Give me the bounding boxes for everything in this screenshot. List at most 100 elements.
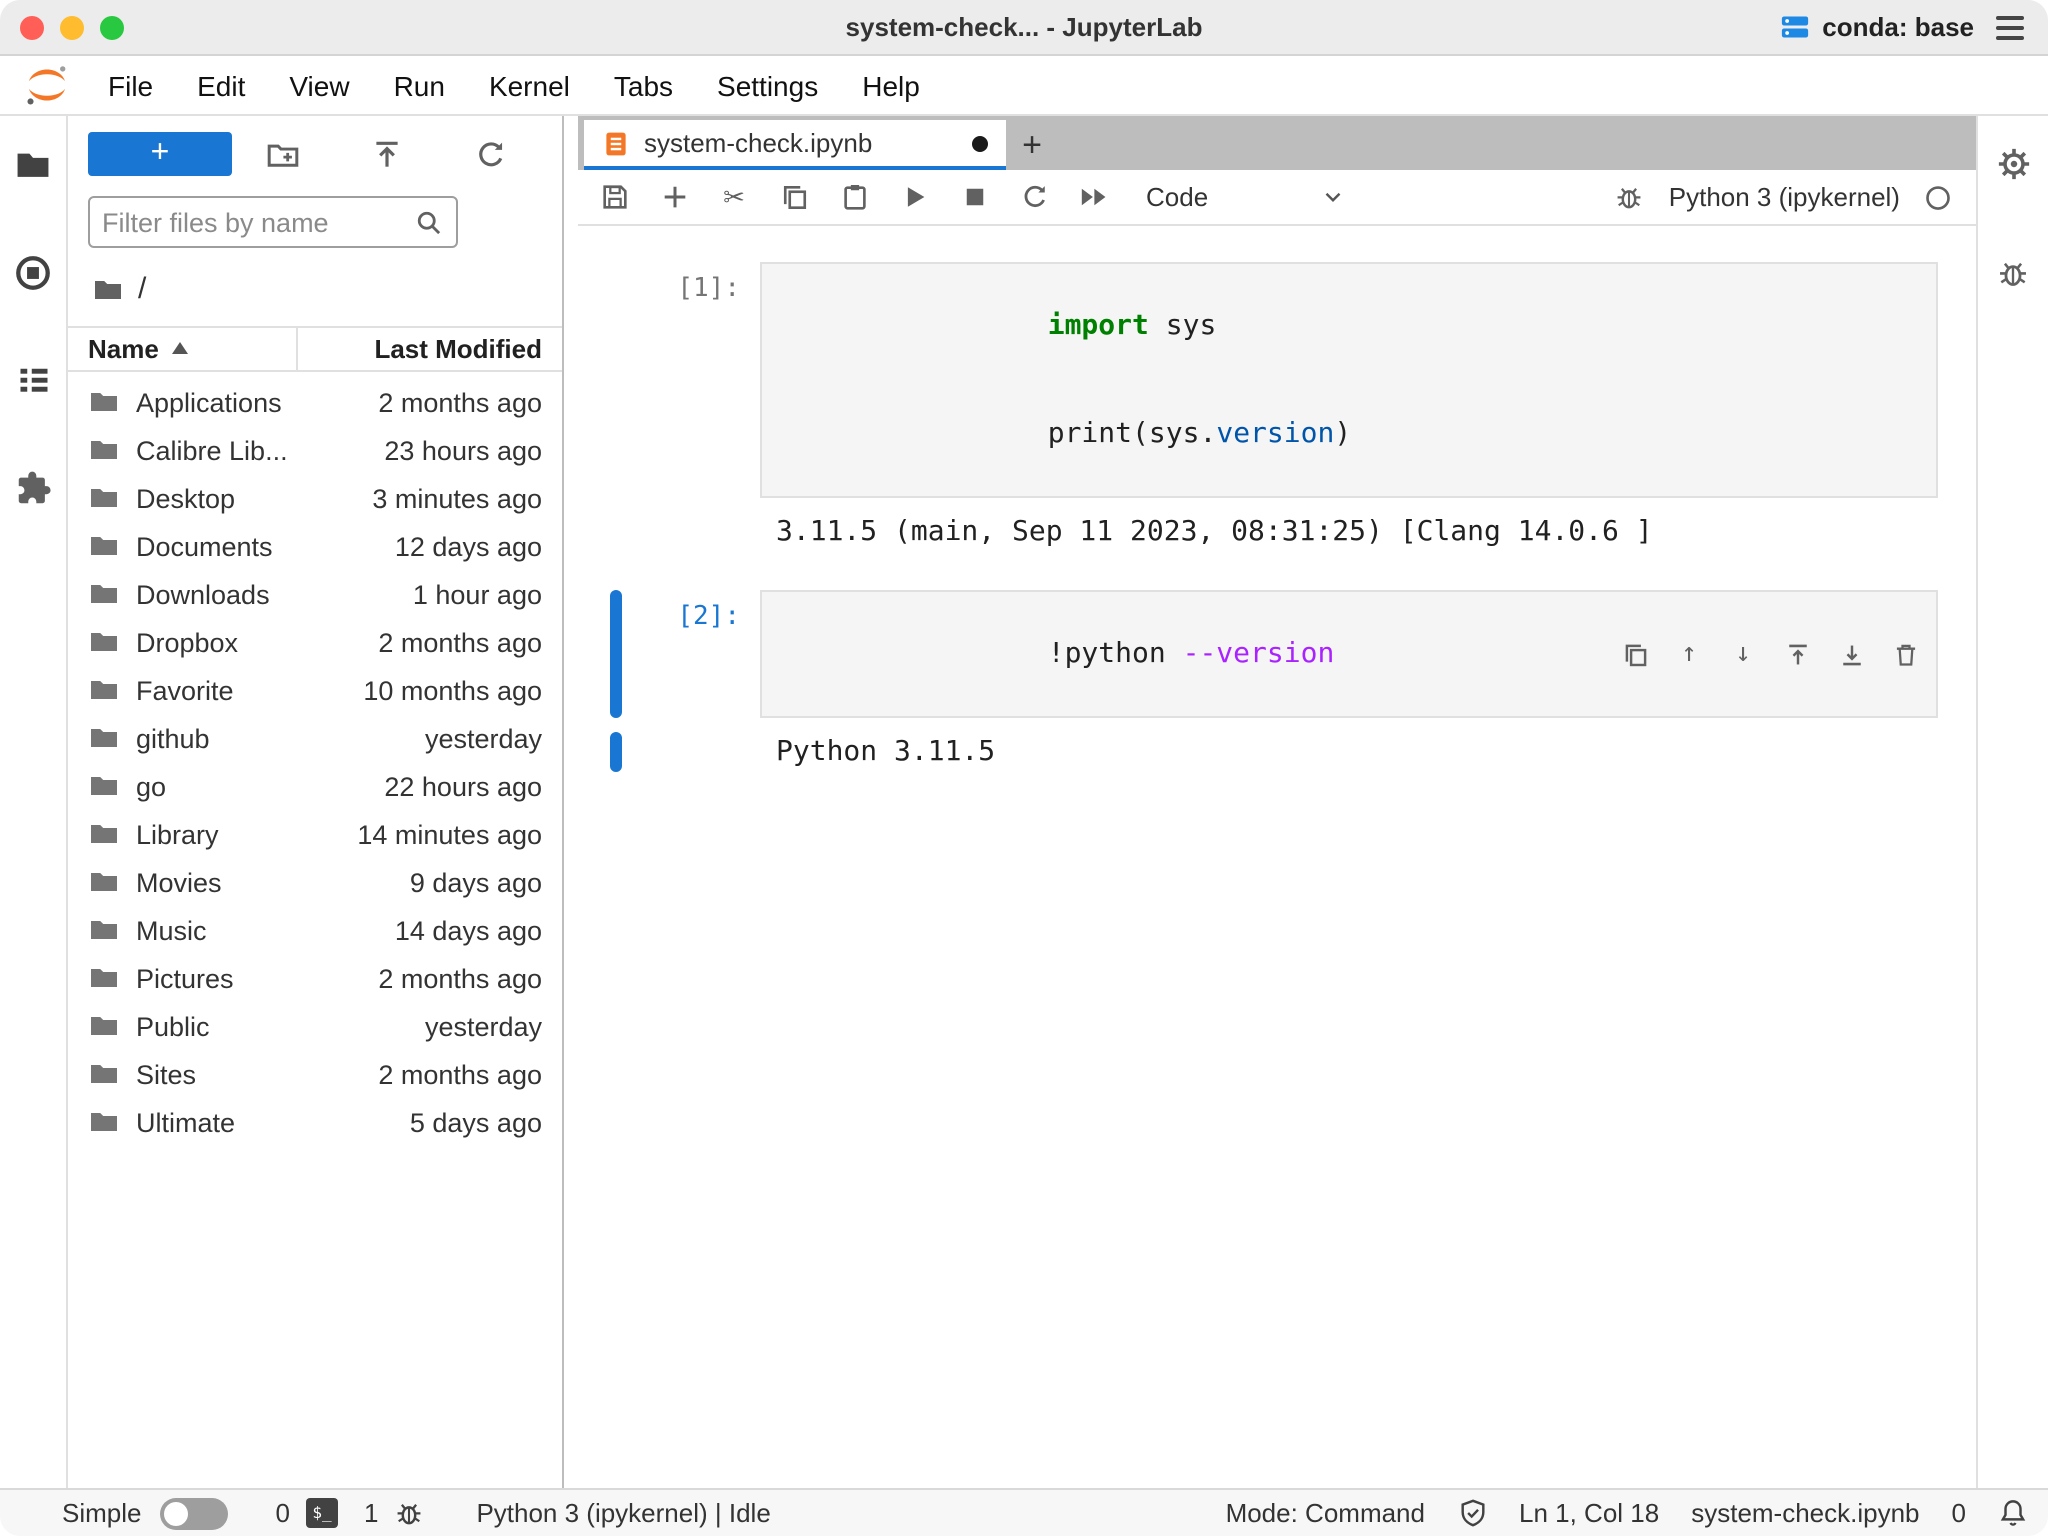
simple-mode-toggle[interactable] <box>160 1497 228 1529</box>
kernels-indicator[interactable] <box>394 1498 424 1528</box>
file-row[interactable]: Library 14 minutes ago <box>68 810 562 858</box>
menu-item[interactable]: Help <box>840 55 942 115</box>
refresh-files-button[interactable] <box>473 137 507 171</box>
copy-cells-button[interactable] <box>778 181 810 213</box>
conda-stack-icon <box>1780 12 1810 42</box>
file-row[interactable]: Movies 9 days ago <box>68 858 562 906</box>
bell-icon[interactable] <box>1998 1498 2028 1528</box>
insert-cell-button[interactable] <box>658 181 690 213</box>
menu-item[interactable]: Settings <box>695 55 840 115</box>
hamburger-menu-icon[interactable] <box>1992 11 2028 43</box>
file-row[interactable]: Dropbox 2 months ago <box>68 618 562 666</box>
file-row[interactable]: Sites 2 months ago <box>68 1050 562 1098</box>
duplicate-cell-button[interactable] <box>1620 639 1650 669</box>
new-launcher-button[interactable]: + <box>88 132 232 176</box>
new-folder-button[interactable] <box>267 137 301 171</box>
minimize-window-button[interactable] <box>60 15 84 39</box>
output-prompt <box>622 512 760 552</box>
file-name: Pictures <box>136 963 378 993</box>
tab-system-check-ipynb[interactable]: system-check.ipynb <box>584 120 1006 170</box>
file-row[interactable]: Desktop 3 minutes ago <box>68 474 562 522</box>
restart-run-all-button[interactable] <box>1078 181 1110 213</box>
file-row[interactable]: github yesterday <box>68 714 562 762</box>
sort-by-name-header[interactable]: Name <box>68 328 296 370</box>
cell-selection-bar <box>610 262 622 498</box>
file-row[interactable]: Public yesterday <box>68 1002 562 1050</box>
move-cell-down-button[interactable]: ↓ <box>1728 639 1758 669</box>
restart-kernel-button[interactable] <box>1018 181 1050 213</box>
kernel-name[interactable]: Python 3 (ipykernel) <box>1669 182 1900 212</box>
file-name: Movies <box>136 867 410 897</box>
paste-cells-button[interactable] <box>838 181 870 213</box>
home-folder-icon[interactable] <box>92 273 124 305</box>
insert-cell-above-button[interactable] <box>1782 639 1812 669</box>
code-editor[interactable]: !python --version ↑ <box>760 590 1938 718</box>
plus-icon <box>659 182 689 212</box>
folder-icon <box>88 818 120 850</box>
file-browser-tab-button[interactable] <box>13 144 53 184</box>
cell-selection-bar <box>610 732 622 772</box>
menu-item[interactable]: File <box>86 55 175 115</box>
kernel-status[interactable]: Python 3 (ipykernel) | Idle <box>476 1498 770 1528</box>
file-row[interactable]: Music 14 days ago <box>68 906 562 954</box>
menu-item[interactable]: Run <box>372 55 467 115</box>
name-column-label: Name <box>88 334 159 364</box>
folder-icon <box>14 145 52 183</box>
run-cell-button[interactable] <box>898 181 930 213</box>
file-name: Dropbox <box>136 627 378 657</box>
cell-type-dropdown[interactable]: Code <box>1146 182 1346 212</box>
cursor-position[interactable]: Ln 1, Col 18 <box>1519 1498 1659 1528</box>
file-row[interactable]: Calibre Lib... 23 hours ago <box>68 426 562 474</box>
property-inspector-tab-button[interactable] <box>1993 144 2033 184</box>
file-row[interactable]: Pictures 2 months ago <box>68 954 562 1002</box>
extension-manager-tab-button[interactable] <box>13 468 53 508</box>
cell-type-value: Code <box>1146 182 1320 212</box>
file-browser-toolbar: + <box>68 116 562 180</box>
terminals-indicator[interactable]: $_ <box>306 1498 338 1528</box>
file-row[interactable]: Applications 2 months ago <box>68 378 562 426</box>
menu-item[interactable]: View <box>267 55 371 115</box>
file-row[interactable]: Downloads 1 hour ago <box>68 570 562 618</box>
insert-cell-below-button[interactable] <box>1836 639 1866 669</box>
code-editor[interactable]: import sys print(sys.version) <box>760 262 1938 498</box>
folder-icon <box>88 866 120 898</box>
table-of-contents-tab-button[interactable] <box>13 360 53 400</box>
upload-button[interactable] <box>370 137 404 171</box>
breadcrumb-root[interactable]: / <box>138 272 146 306</box>
file-filter-input[interactable] <box>102 207 414 237</box>
zoom-window-button[interactable] <box>100 15 124 39</box>
main-area: system-check.ipynb + <box>578 116 1976 1488</box>
file-name: github <box>136 723 425 753</box>
menubar: FileEditViewRunKernelTabsSettingsHelp <box>0 56 2048 116</box>
file-row[interactable]: Documents 12 days ago <box>68 522 562 570</box>
debugger-toggle-button[interactable] <box>1613 181 1645 213</box>
code-token: import <box>1048 310 1149 342</box>
interrupt-kernel-button[interactable] <box>958 181 990 213</box>
new-tab-button[interactable]: + <box>1006 120 1058 170</box>
unsaved-changes-indicator[interactable] <box>972 135 988 151</box>
kernels-count: 1 <box>364 1498 378 1528</box>
execution-prompt: [1]: <box>622 262 760 498</box>
menu-item[interactable]: Edit <box>175 55 267 115</box>
panel-splitter[interactable] <box>564 116 578 1488</box>
notifications-count[interactable]: 0 <box>1952 1498 1966 1528</box>
file-row[interactable]: go 22 hours ago <box>68 762 562 810</box>
delete-cell-button[interactable] <box>1890 639 1920 669</box>
menu-item[interactable]: Tabs <box>592 55 695 115</box>
move-cell-up-button[interactable]: ↑ <box>1674 639 1704 669</box>
close-window-button[interactable] <box>20 15 44 39</box>
cut-cells-button[interactable]: ✂ <box>718 181 750 213</box>
menu-item[interactable]: Kernel <box>467 55 592 115</box>
file-list: Applications 2 months ago Calibre Lib...… <box>68 372 562 1488</box>
folder-icon <box>88 386 120 418</box>
file-modified: 2 months ago <box>378 387 542 417</box>
file-row[interactable]: Favorite 10 months ago <box>68 666 562 714</box>
folder-icon <box>88 482 120 514</box>
debugger-tab-button[interactable] <box>1993 252 2033 292</box>
menu-items: FileEditViewRunKernelTabsSettingsHelp <box>86 55 942 115</box>
save-button[interactable] <box>598 181 630 213</box>
paste-icon <box>839 182 869 212</box>
file-row[interactable]: Ultimate 5 days ago <box>68 1098 562 1146</box>
running-kernels-tab-button[interactable] <box>13 252 53 292</box>
sort-by-modified-header[interactable]: Last Modified <box>296 328 562 370</box>
